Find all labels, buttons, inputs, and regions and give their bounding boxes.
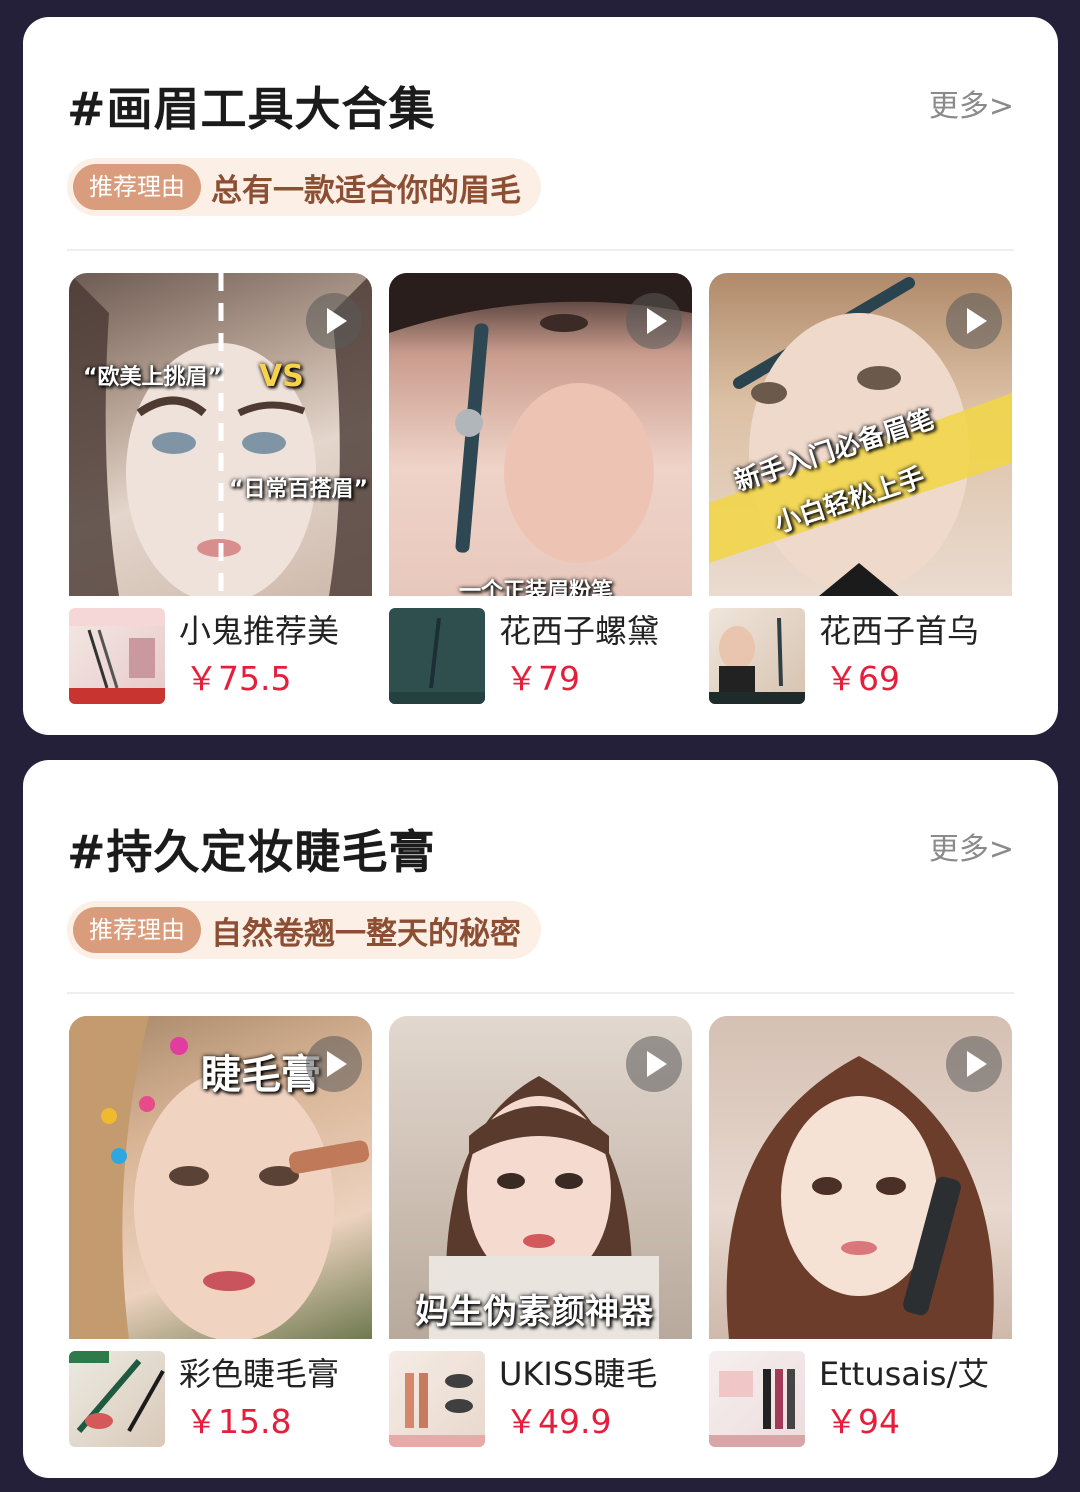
product-price: ￥49.9	[505, 1402, 612, 1441]
recommend-reason: 推荐理由 自然卷翘一整天的秘密	[67, 901, 541, 959]
product-image[interactable]	[709, 1351, 805, 1447]
product-image[interactable]	[389, 1351, 485, 1447]
reason-text: 总有一款适合你的眉毛	[211, 172, 521, 209]
video-thumbnail[interactable]: 妈生伪素颜神器	[389, 1016, 692, 1339]
product-name[interactable]: 小鬼推荐美	[179, 611, 339, 651]
product-name[interactable]: 花西子螺黛	[499, 611, 659, 651]
divider	[67, 249, 1014, 251]
product-image-art	[69, 608, 165, 704]
play-icon[interactable]	[626, 293, 682, 349]
reason-tag: 推荐理由	[73, 907, 201, 953]
product-price: ￥15.8	[185, 1402, 292, 1441]
product-image-art	[69, 1351, 165, 1433]
reason-tag: 推荐理由	[73, 164, 201, 210]
video-overlay-text: 一个正装眉粉笔	[459, 579, 614, 596]
product-name[interactable]: UKISS睫毛	[499, 1354, 657, 1394]
video-overlay-text: “欧美上挑眉”	[83, 365, 222, 390]
video-thumbnail[interactable]: 新手入门必备眉笔 小白轻松上手	[709, 273, 1012, 596]
product-price: ￥75.5	[185, 659, 292, 698]
product-price: ￥94	[825, 1402, 900, 1441]
video-thumbnail[interactable]: 一个正装眉粉笔	[389, 273, 692, 596]
video-overlay-text: “日常百搭眉”	[229, 477, 368, 502]
product-card[interactable]: Ettusais/艾 ￥94	[709, 1016, 1012, 1447]
video-overlay-text: 妈生伪素颜神器	[415, 1292, 653, 1332]
section-title: #画眉工具大合集	[67, 82, 436, 136]
play-icon[interactable]	[946, 293, 1002, 349]
section-title: #持久定妆睫毛膏	[67, 825, 436, 879]
more-link[interactable]: 更多>	[929, 87, 1014, 127]
video-overlay-text: 睫毛膏	[201, 1052, 321, 1098]
play-icon[interactable]	[626, 1036, 682, 1092]
product-image-art	[709, 617, 805, 704]
product-card[interactable]: 新手入门必备眉笔 小白轻松上手 花西子首乌 ￥69	[709, 273, 1012, 704]
product-image[interactable]	[69, 608, 165, 704]
product-name[interactable]: Ettusais/艾	[819, 1354, 989, 1394]
product-price: ￥69	[825, 659, 900, 698]
topic-card-mascara: #持久定妆睫毛膏 更多> 推荐理由 自然卷翘一整天的秘密 睫毛膏 彩色睫毛膏 ￥…	[23, 760, 1058, 1478]
product-image-art	[389, 617, 485, 704]
more-link[interactable]: 更多>	[929, 830, 1014, 870]
product-name[interactable]: 花西子首乌	[819, 611, 979, 651]
video-thumbnail[interactable]	[709, 1016, 1012, 1339]
product-image[interactable]	[69, 1351, 165, 1447]
play-icon[interactable]	[946, 1036, 1002, 1092]
product-price: ￥79	[505, 659, 580, 698]
recommend-reason: 推荐理由 总有一款适合你的眉毛	[67, 158, 541, 216]
product-name[interactable]: 彩色睫毛膏	[179, 1354, 339, 1394]
play-icon[interactable]	[306, 1036, 362, 1092]
product-card[interactable]: 妈生伪素颜神器 UKISS睫毛 ￥49.9	[389, 1016, 692, 1447]
product-image[interactable]	[709, 608, 805, 704]
product-card[interactable]: “欧美上挑眉” VS “日常百搭眉” 小鬼推荐美 ￥75.5	[69, 273, 372, 704]
product-image-art	[709, 1369, 805, 1447]
product-card[interactable]: 睫毛膏 彩色睫毛膏 ￥15.8	[69, 1016, 372, 1447]
reason-text: 自然卷翘一整天的秘密	[211, 915, 521, 952]
product-image-art	[389, 1373, 485, 1447]
topic-card-eyebrow: #画眉工具大合集 更多> 推荐理由 总有一款适合你的眉毛 “欧美上挑眉” VS …	[23, 17, 1058, 735]
video-thumbnail[interactable]: 睫毛膏	[69, 1016, 372, 1339]
video-overlay-text: VS	[259, 359, 304, 394]
product-image[interactable]	[389, 608, 485, 704]
product-card[interactable]: 一个正装眉粉笔 花西子螺黛 ￥79	[389, 273, 692, 704]
divider	[67, 992, 1014, 994]
video-thumbnail[interactable]: “欧美上挑眉” VS “日常百搭眉”	[69, 273, 372, 596]
play-icon[interactable]	[306, 293, 362, 349]
